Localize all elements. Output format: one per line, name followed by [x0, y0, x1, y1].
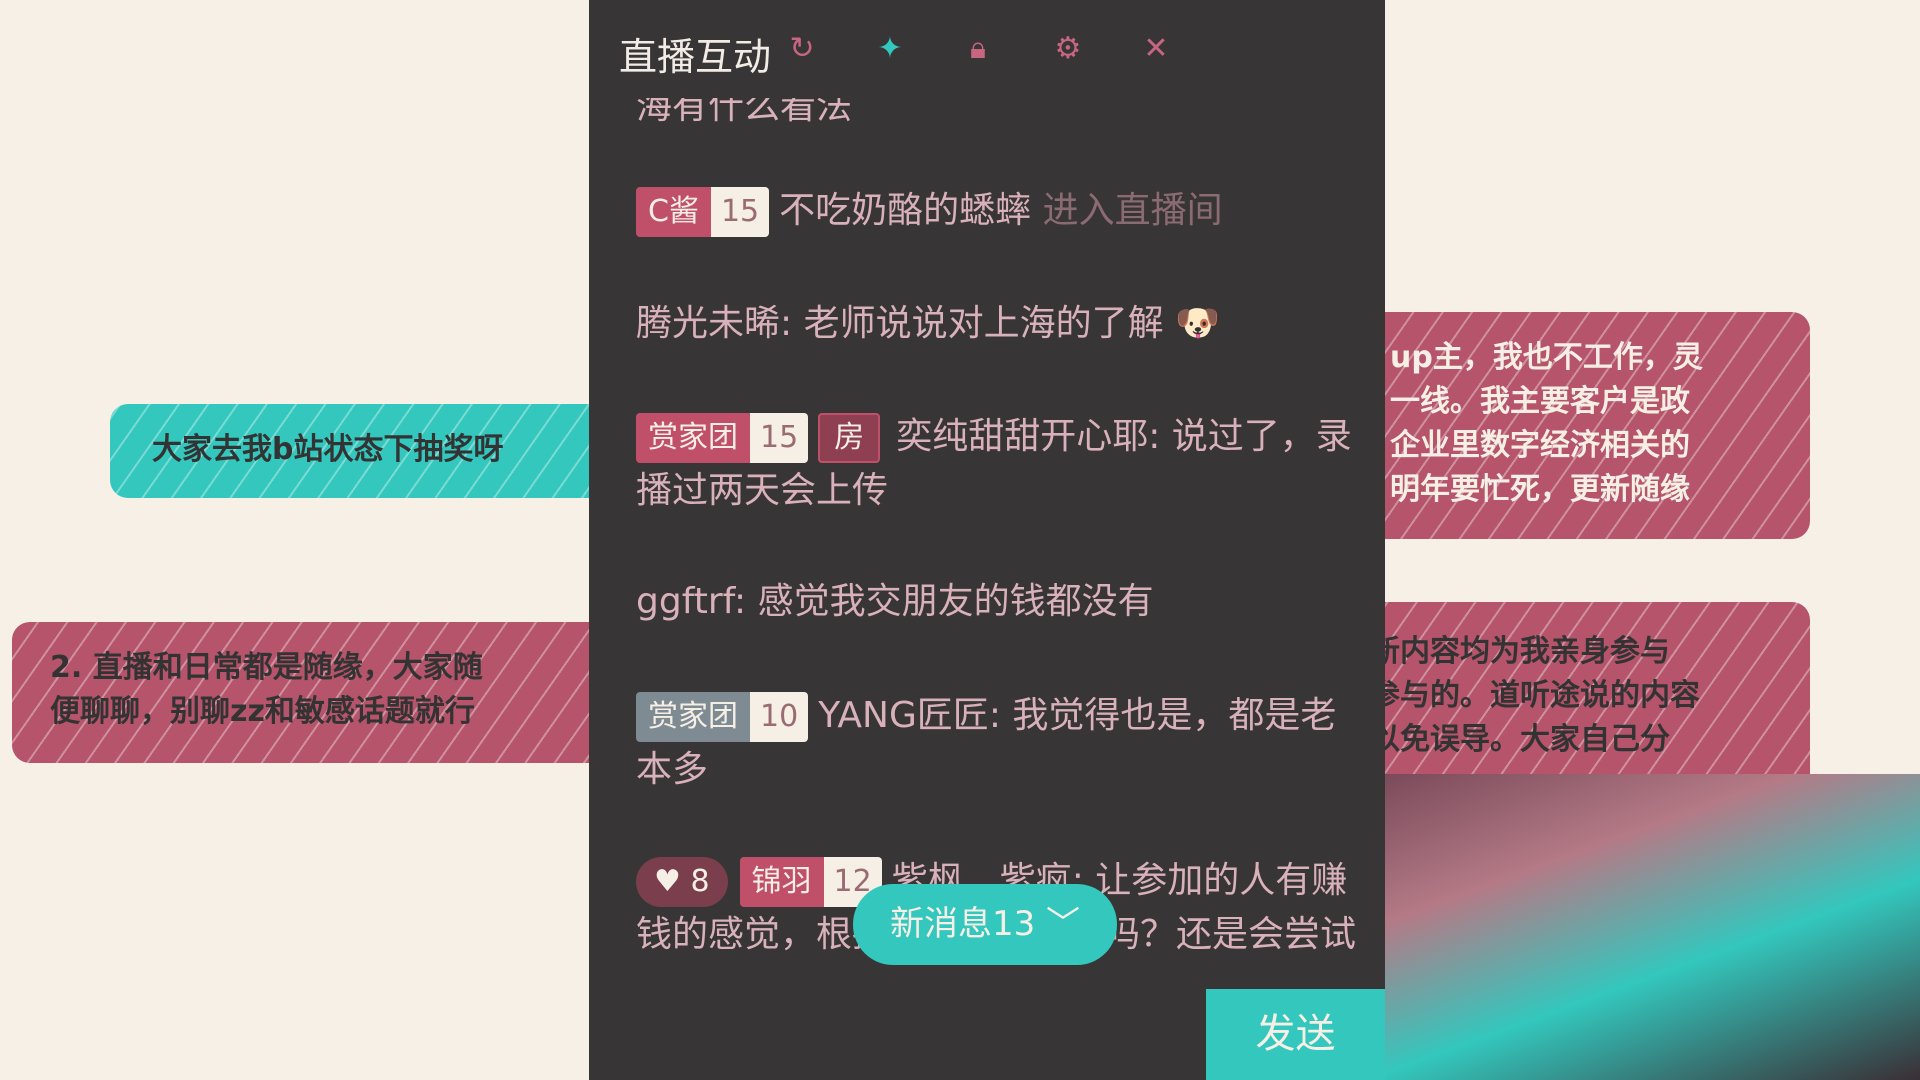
card-text: 明年要忙死，更新随缘	[1390, 472, 1690, 507]
badge-name: 赏家团	[636, 692, 750, 742]
card-text: 大家去我b站状态下抽奖呀	[152, 432, 504, 467]
panel-title: 直播互动	[619, 35, 772, 79]
badge-level: 10	[750, 692, 809, 742]
user-level-badge: ♥ 8	[636, 857, 728, 907]
chat-message: ggftrf: 感觉我交朋友的钱都没有	[636, 581, 1154, 622]
user-level: 8	[690, 864, 710, 899]
card-text: up主，我也不工作，灵	[1390, 340, 1703, 375]
chat-message: C酱 15 不吃奶酪的蟋蟀 进入直播间	[636, 184, 1356, 238]
panel-header: 直播互动 ↻ ✦ 🔒︎ ⚙ ✕	[589, 0, 1385, 98]
fan-badge[interactable]: 赏家团 15	[636, 413, 809, 463]
new-messages-button[interactable]: 新消息13 ﹀	[853, 884, 1117, 965]
rules-card: 2. 直播和日常都是随缘，大家随 便聊聊，别聊zz和敏感话题就行	[12, 622, 612, 763]
badge-level: 15	[750, 413, 809, 463]
card-text: 以免误导。大家自己分	[1370, 722, 1670, 757]
fan-badge[interactable]: C酱 15	[636, 187, 770, 237]
refresh-icon[interactable]: ↻	[785, 32, 819, 66]
badge-level: 15	[710, 187, 770, 237]
enter-notice: 进入直播间	[1042, 190, 1223, 231]
chat-message: 赏家团 15 房奕纯甜甜开心耶: 说过了，录播过两天会上传	[636, 410, 1356, 518]
close-icon[interactable]: ✕	[1139, 32, 1173, 66]
card-text: 一线。我主要客户是政	[1390, 384, 1690, 419]
card-text: 2. 直播和日常都是随缘，大家随	[50, 650, 483, 685]
chat-message: 赏家团 10 YANG匠匠: 我觉得也是，都是老本多	[636, 689, 1356, 797]
intro-card: up主，我也不工作，灵 一线。我主要客户是政 企业里数字经济相关的 明年要忙死，…	[1360, 312, 1810, 539]
gear-icon[interactable]: ⚙	[1051, 32, 1085, 66]
card-text: 参与的。道听途说的内容	[1370, 678, 1700, 713]
lock-icon[interactable]: 🔒︎	[961, 32, 995, 66]
fan-badge[interactable]: 赏家团 10	[636, 692, 809, 742]
room-admin-tag: 房	[818, 413, 881, 463]
lottery-notice-card: 大家去我b站状态下抽奖呀	[110, 404, 610, 498]
chat-message: 腾光未晞: 老师说说对上海的了解 🐶	[636, 303, 1220, 344]
card-text: 新内容均为我亲身参与	[1370, 634, 1670, 669]
username[interactable]: 不吃奶酪的蟋蟀	[779, 190, 1031, 231]
badge-name: 赏家团	[636, 413, 750, 463]
live-interaction-panel: 直播互动 ↻ ✦ 🔒︎ ⚙ ✕ 海有什么看法 C酱 15 不吃奶酪的蟋蟀 进入直播间…	[589, 0, 1385, 1080]
badge-name: C酱	[636, 187, 711, 237]
send-button[interactable]: 发送	[1206, 989, 1385, 1080]
disclaimer-card: 新内容均为我亲身参与 参与的。道听途说的内容 以免误导。大家自己分	[1360, 602, 1810, 792]
card-text: 便聊聊，别聊zz和敏感话题就行	[50, 694, 475, 729]
card-text: 企业里数字经济相关的	[1390, 428, 1690, 463]
streamer-avatar-art	[1380, 774, 1920, 1080]
badge-name: 锦羽	[739, 857, 824, 907]
pin-icon[interactable]: ✦	[873, 32, 907, 66]
